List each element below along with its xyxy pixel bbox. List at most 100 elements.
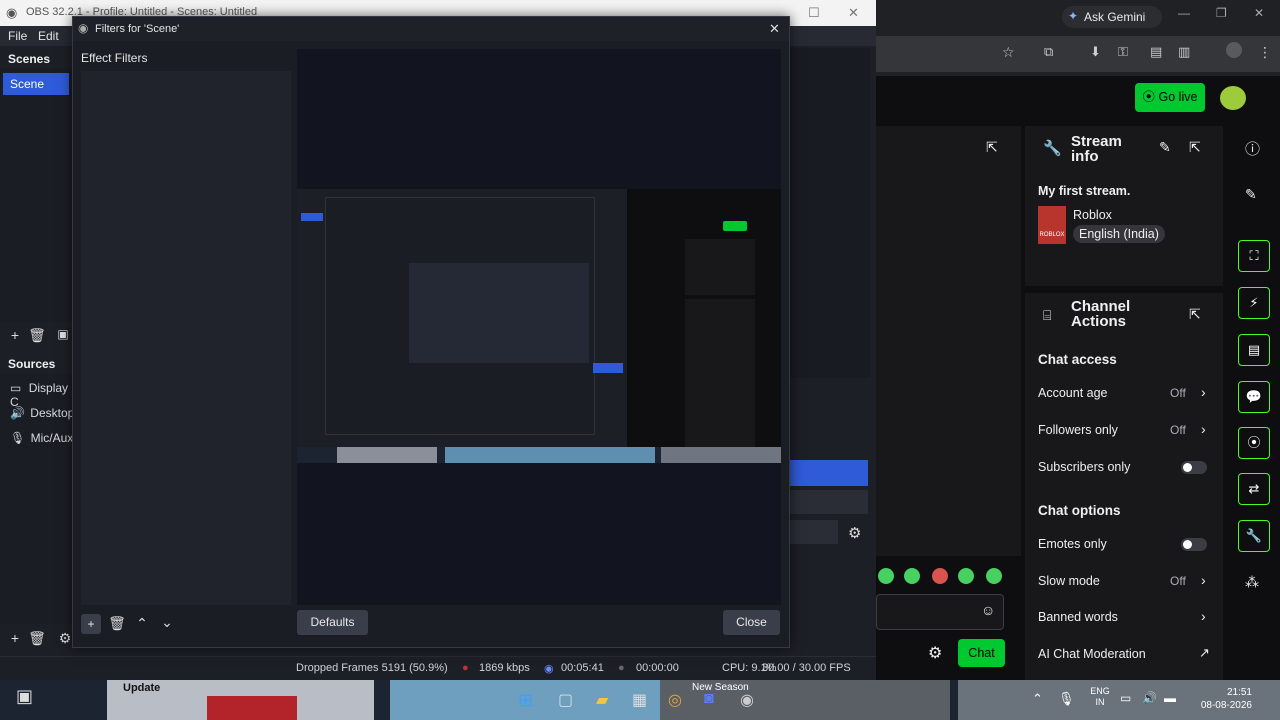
edit-pencil-icon[interactable]: ✎ <box>1245 186 1257 203</box>
download-icon[interactable]: ⬇ <box>1090 44 1101 60</box>
file-explorer-icon[interactable]: ▰ <box>596 690 608 710</box>
source-item-display[interactable]: ▭ Display C <box>10 381 72 409</box>
move-down-icon[interactable]: ⌄ <box>158 614 176 631</box>
maximize-icon[interactable]: ☐ <box>808 5 820 21</box>
nested-thumb-3 <box>661 447 781 463</box>
emote-icon[interactable] <box>958 568 974 584</box>
chevron-right-icon: › <box>1201 384 1206 400</box>
tray-chevron-up-icon[interactable]: ⌃ <box>1032 691 1043 707</box>
tray-mic-icon[interactable]: 🎙 <box>1058 691 1075 707</box>
chat-input[interactable]: ☺ <box>876 594 1004 630</box>
row-label: AI Chat Moderation <box>1038 647 1146 661</box>
ai-chat-moderation-row[interactable]: AI Chat Moderation ↗ <box>1025 642 1223 666</box>
emotes-only-toggle[interactable] <box>1181 538 1207 551</box>
menu-file[interactable]: File <box>8 29 27 43</box>
source-item-desktop[interactable]: 🔊 Desktop <box>10 406 72 420</box>
nested-thumb-1 <box>337 447 437 463</box>
remove-scene-icon[interactable]: 🗑 <box>28 327 46 344</box>
info-icon[interactable]: ⓘ <box>1245 138 1260 159</box>
bitrate: 1869 kbps <box>479 662 530 674</box>
menu-kebab-icon[interactable]: ⋮ <box>1258 44 1272 61</box>
close-button[interactable]: Close <box>723 610 780 635</box>
close-icon[interactable]: ✕ <box>1254 6 1264 20</box>
raid-icon[interactable]: ⇄ <box>1238 473 1270 505</box>
search-icon[interactable]: ▢ <box>558 690 573 710</box>
remove-source-icon[interactable]: 🗑 <box>28 630 46 647</box>
add-scene-icon[interactable]: + <box>6 327 24 343</box>
clock-time: 21:51 <box>1226 687 1252 698</box>
go-live-button[interactable]: ⦿ Go live <box>1135 83 1205 112</box>
lightning-icon[interactable]: ⚡ <box>1238 287 1270 319</box>
sources-dock-title: Sources <box>8 357 56 371</box>
remove-filter-icon[interactable]: 🗑 <box>108 615 126 632</box>
gear-icon[interactable]: ⚙ <box>848 524 861 542</box>
network-icon[interactable]: ▭ <box>1120 691 1131 705</box>
emote-icon[interactable] <box>904 568 920 584</box>
followers-only-row[interactable]: Followers only Off › <box>1025 418 1223 442</box>
taskbar-thumb-update[interactable]: Update <box>107 680 374 720</box>
chat-bubble-icon[interactable]: 💬 <box>1238 381 1270 413</box>
popout-icon[interactable]: ⇱ <box>1189 306 1201 323</box>
emote-icon[interactable] <box>986 568 1002 584</box>
close-icon[interactable]: ✕ <box>848 5 859 21</box>
store-icon[interactable]: ▦ <box>632 690 647 710</box>
edit-pencil-icon[interactable]: ✎ <box>1159 139 1171 156</box>
slow-mode-row[interactable]: Slow mode Off › <box>1025 569 1223 593</box>
add-action-icon[interactable]: ⁂ <box>1245 574 1259 591</box>
popout-icon[interactable]: ⇱ <box>1189 139 1201 156</box>
notes-icon[interactable]: ▤ <box>1238 334 1270 366</box>
tab-search-icon[interactable]: ▥ <box>1178 44 1190 60</box>
maximize-icon[interactable]: ❐ <box>1216 6 1227 20</box>
dialog-close-icon[interactable]: ✕ <box>769 21 780 37</box>
sidebar-icon[interactable]: ▤ <box>1150 44 1162 60</box>
subscribers-only-toggle[interactable] <box>1181 461 1207 474</box>
channel-actions-icon: ⌸ <box>1043 307 1052 323</box>
chrome-icon[interactable]: ◎ <box>668 690 682 710</box>
minimize-icon[interactable]: — <box>1178 6 1190 20</box>
clip-icon[interactable]: ⛶ <box>1238 240 1270 272</box>
source-label: Desktop <box>30 406 72 420</box>
user-avatar[interactable] <box>1220 86 1246 110</box>
chat-settings-gear-icon[interactable]: ⚙ <box>928 643 942 663</box>
banned-words-row[interactable]: Banned words › <box>1025 605 1223 629</box>
source-item-mic[interactable]: 🎙 Mic/Aux <box>10 431 72 445</box>
add-source-icon[interactable]: + <box>6 630 24 646</box>
clock[interactable]: 21:51 08-08-2026 <box>1192 686 1252 712</box>
broadcast-icon[interactable]: ⦿ <box>1238 427 1270 459</box>
discord-icon[interactable]: ◙ <box>704 690 714 708</box>
lang-line-2: IN <box>1095 697 1105 707</box>
menu-edit[interactable]: Edit <box>38 29 59 43</box>
wrench-icon[interactable]: 🔧 <box>1238 520 1270 552</box>
defaults-button[interactable]: Defaults <box>297 610 368 635</box>
lang-line-1: ENG <box>1090 686 1110 696</box>
battery-icon[interactable]: ▬ <box>1164 691 1176 705</box>
stream-title: My first stream. <box>1038 184 1131 198</box>
emote-icon[interactable] <box>932 568 948 584</box>
account-age-row[interactable]: Account age Off › <box>1025 381 1223 405</box>
windows-start-icon[interactable]: ⊞ <box>518 690 533 711</box>
profile-avatar[interactable] <box>1226 42 1242 58</box>
move-up-icon[interactable]: ⌃ <box>133 615 151 632</box>
language-indicator[interactable]: ENG IN <box>1086 686 1114 708</box>
key-icon[interactable]: ⚿ <box>1118 44 1128 60</box>
quick-actions-rail: ⓘ ✎ ⛶ ⚡ ▤ 💬 ⦿ ⇄ 🔧 ⁂ <box>1228 126 1280 680</box>
emoji-icon[interactable]: ☺ <box>981 602 995 618</box>
row-label: Account age <box>1038 386 1108 400</box>
bookmark-star-icon[interactable]: ☆ <box>1002 44 1015 61</box>
start-app-icon[interactable]: ▣ <box>16 686 33 707</box>
volume-icon[interactable]: 🔊 <box>1142 691 1157 705</box>
extensions-icon[interactable]: ⧉ <box>1044 44 1053 60</box>
scene-list-item[interactable]: Scene <box>3 73 69 95</box>
emote-row <box>878 568 1018 588</box>
external-link-icon: ↗ <box>1199 645 1210 660</box>
emote-icon[interactable] <box>878 568 894 584</box>
language-tag[interactable]: English (India) <box>1073 225 1165 243</box>
effect-filters-list[interactable] <box>81 71 291 605</box>
popout-icon[interactable]: ⇱ <box>986 139 998 156</box>
chat-send-button[interactable]: Chat <box>958 639 1005 667</box>
scene-filters-icon[interactable]: ▣ <box>54 327 72 341</box>
source-label: Mic/Aux <box>30 431 72 445</box>
ask-gemini-button[interactable]: ✦ Ask Gemini <box>1062 6 1162 28</box>
add-filter-icon[interactable]: + <box>81 614 101 634</box>
obs-taskbar-icon[interactable]: ◉ <box>740 690 754 710</box>
